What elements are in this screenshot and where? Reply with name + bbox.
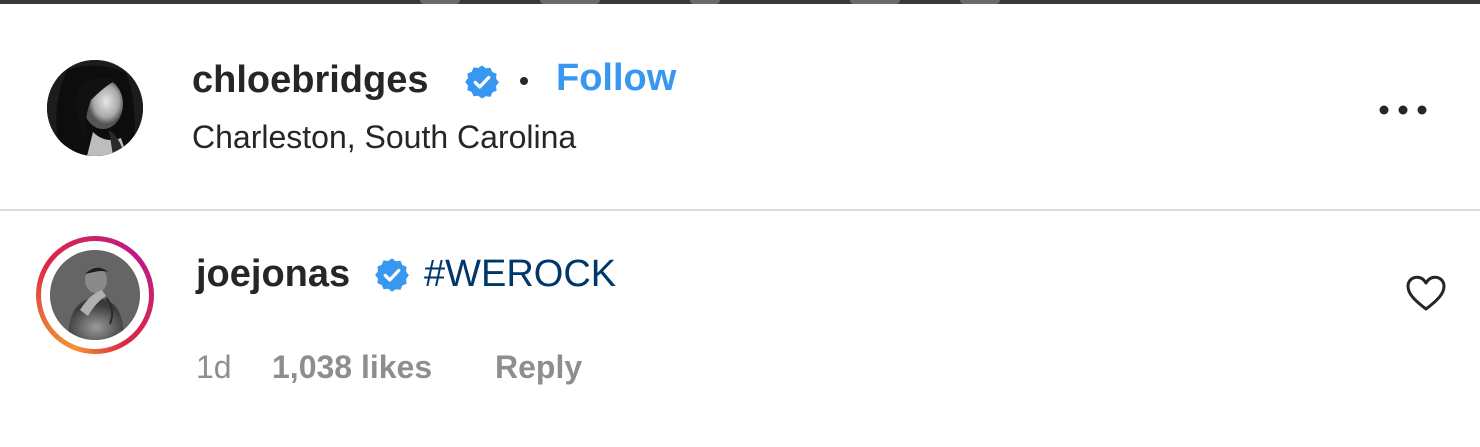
follow-button[interactable]: Follow <box>556 56 676 100</box>
commenter-avatar[interactable] <box>50 250 140 340</box>
comment-likes-count[interactable]: 1,038 likes <box>272 347 432 387</box>
comment-item: joejonas #WEROCK 1d 1,038 likes Reply <box>0 211 1480 447</box>
commenter-username[interactable]: joejonas <box>196 252 350 296</box>
heart-outline-icon <box>1406 275 1446 311</box>
post-header: chloebridges Follow Charleston, South Ca… <box>0 4 1480 211</box>
author-avatar[interactable] <box>47 60 143 156</box>
ellipsis-icon <box>1379 105 1427 115</box>
verified-badge-icon <box>465 65 499 99</box>
separator-dot <box>520 77 528 85</box>
verified-badge-icon <box>375 258 409 292</box>
comment-timestamp[interactable]: 1d <box>196 347 232 387</box>
more-options-button[interactable] <box>1374 90 1432 130</box>
commenter-story-ring[interactable] <box>36 236 154 354</box>
comment-hashtag-link[interactable]: #WEROCK <box>424 252 616 296</box>
post-location[interactable]: Charleston, South Carolina <box>192 118 576 156</box>
author-username[interactable]: chloebridges <box>192 58 429 102</box>
like-comment-button[interactable] <box>1404 273 1448 313</box>
reply-button[interactable]: Reply <box>495 347 582 387</box>
